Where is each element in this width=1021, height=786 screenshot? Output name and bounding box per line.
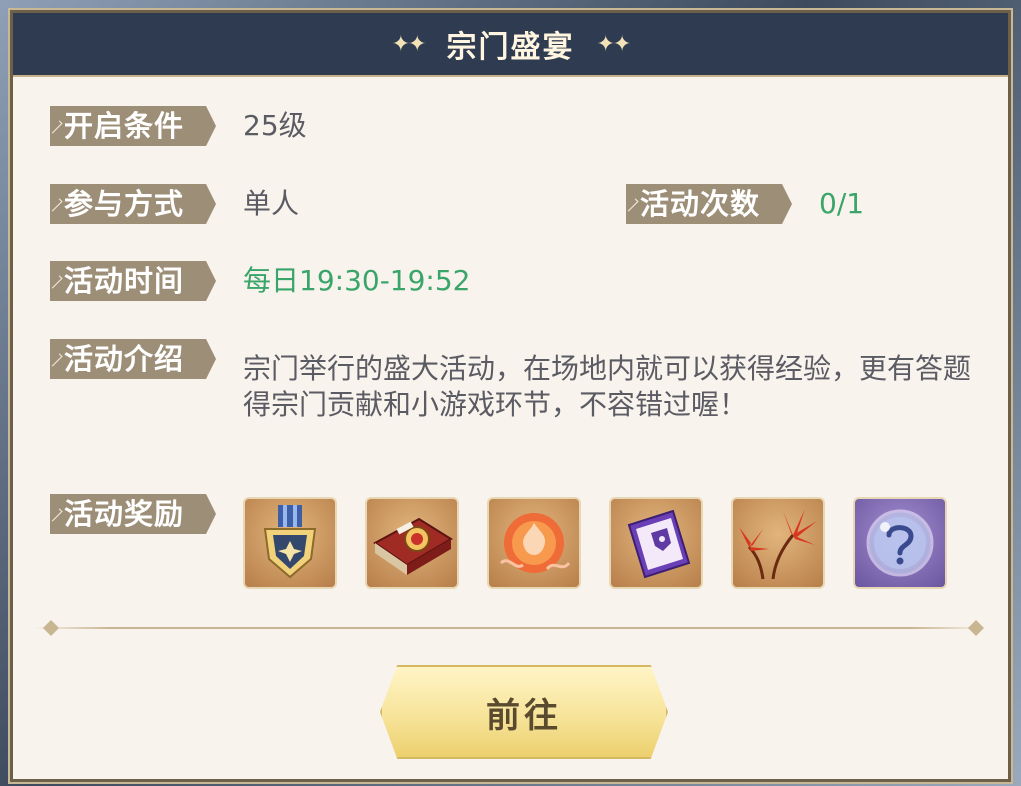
- dialog-title-bar: ✦✦ 宗门盛宴 ✦✦: [13, 13, 1008, 77]
- reward-item[interactable]: [243, 497, 337, 589]
- sparkle-icon: ✦✦: [596, 31, 632, 57]
- reward-item[interactable]: [487, 497, 581, 589]
- flame-orb-icon: [499, 513, 571, 573]
- red-flower-icon: [739, 509, 817, 580]
- divider-ornament-icon: [43, 620, 59, 636]
- ticket-icon: [627, 509, 691, 579]
- activity-count-value: 0/1: [819, 187, 865, 220]
- open-condition-value: 25级: [243, 109, 307, 142]
- activity-time-label: 活动时间: [50, 261, 216, 301]
- participation-value: 单人: [243, 187, 300, 220]
- reward-item[interactable]: [365, 497, 459, 589]
- medal-icon: [263, 505, 317, 579]
- activity-intro-label: 活动介绍: [50, 339, 216, 379]
- activity-count-label: 活动次数: [626, 184, 792, 224]
- dialog-title: 宗门盛宴: [446, 30, 575, 65]
- sparkle-icon: ✦✦: [391, 31, 427, 57]
- participation-label: 参与方式: [50, 184, 216, 224]
- book-icon: [373, 517, 453, 575]
- reward-item[interactable]: [731, 497, 825, 589]
- activity-rewards-label: 活动奖励: [50, 494, 216, 534]
- mystery-bubble-icon: [866, 509, 934, 577]
- go-button-label: 前往: [486, 695, 562, 736]
- activity-intro-text: 宗门举行的盛大活动，在场地内就可以获得经验，更有答题得宗门贡献和小游戏环节，不容…: [243, 352, 972, 421]
- go-button[interactable]: 前往: [380, 665, 668, 759]
- activity-time-value: 每日19:30-19:52: [243, 264, 471, 297]
- divider-ornament-icon: [968, 620, 984, 636]
- section-divider: [33, 627, 988, 629]
- reward-item[interactable]: [609, 497, 703, 589]
- dialog-body: ✦✦ 宗门盛宴 ✦✦ 开启条件 25级 参与方式 单人 活动次数 0/1 活动时…: [13, 13, 1008, 779]
- activity-dialog: ✦✦ 宗门盛宴 ✦✦ 开启条件 25级 参与方式 单人 活动次数 0/1 活动时…: [8, 8, 1013, 784]
- reward-item[interactable]: [853, 497, 947, 589]
- open-condition-label: 开启条件: [50, 106, 216, 146]
